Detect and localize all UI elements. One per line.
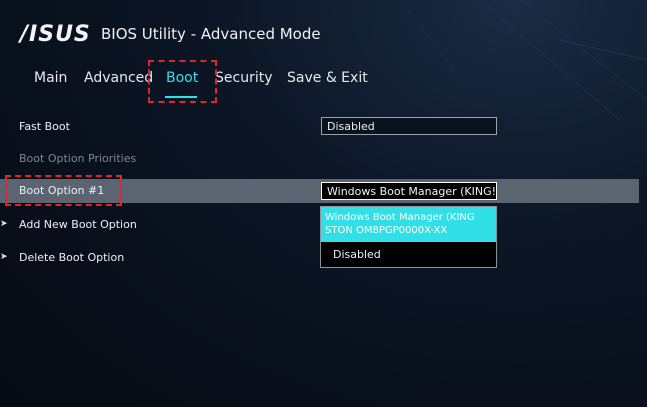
boot-tab-highlight (148, 60, 217, 103)
delete-boot-option-row[interactable]: ➤ Delete Boot Option (0, 247, 639, 269)
boot-option-1-select[interactable]: Windows Boot Manager (KING! (321, 182, 497, 200)
boot-option-highlight (5, 175, 122, 206)
section-header: Boot Option Priorities (19, 152, 137, 165)
fast-boot-row[interactable]: Fast Boot Disabled (0, 116, 639, 138)
tab-bar: Main Advanced Boot Security Save & Exit (0, 70, 647, 94)
asus-logo: /ISUS (20, 22, 91, 47)
submenu-arrow-icon: ➤ (0, 252, 8, 262)
fast-boot-select[interactable]: Disabled (321, 117, 497, 135)
tab-save-exit[interactable]: Save & Exit (287, 70, 368, 86)
fast-boot-label: Fast Boot (19, 120, 70, 133)
submenu-arrow-icon: ➤ (0, 219, 8, 229)
page-title: BIOS Utility - Advanced Mode (101, 25, 321, 43)
tab-advanced[interactable]: Advanced (84, 70, 153, 86)
tab-main[interactable]: Main (34, 70, 67, 86)
tab-security[interactable]: Security (215, 70, 273, 86)
delete-boot-option-label: Delete Boot Option (19, 251, 125, 264)
add-new-boot-option-label: Add New Boot Option (19, 218, 137, 231)
boot-priorities-header: Boot Option Priorities (0, 148, 639, 170)
add-new-boot-option-row[interactable]: ➤ Add New Boot Option (0, 214, 639, 236)
